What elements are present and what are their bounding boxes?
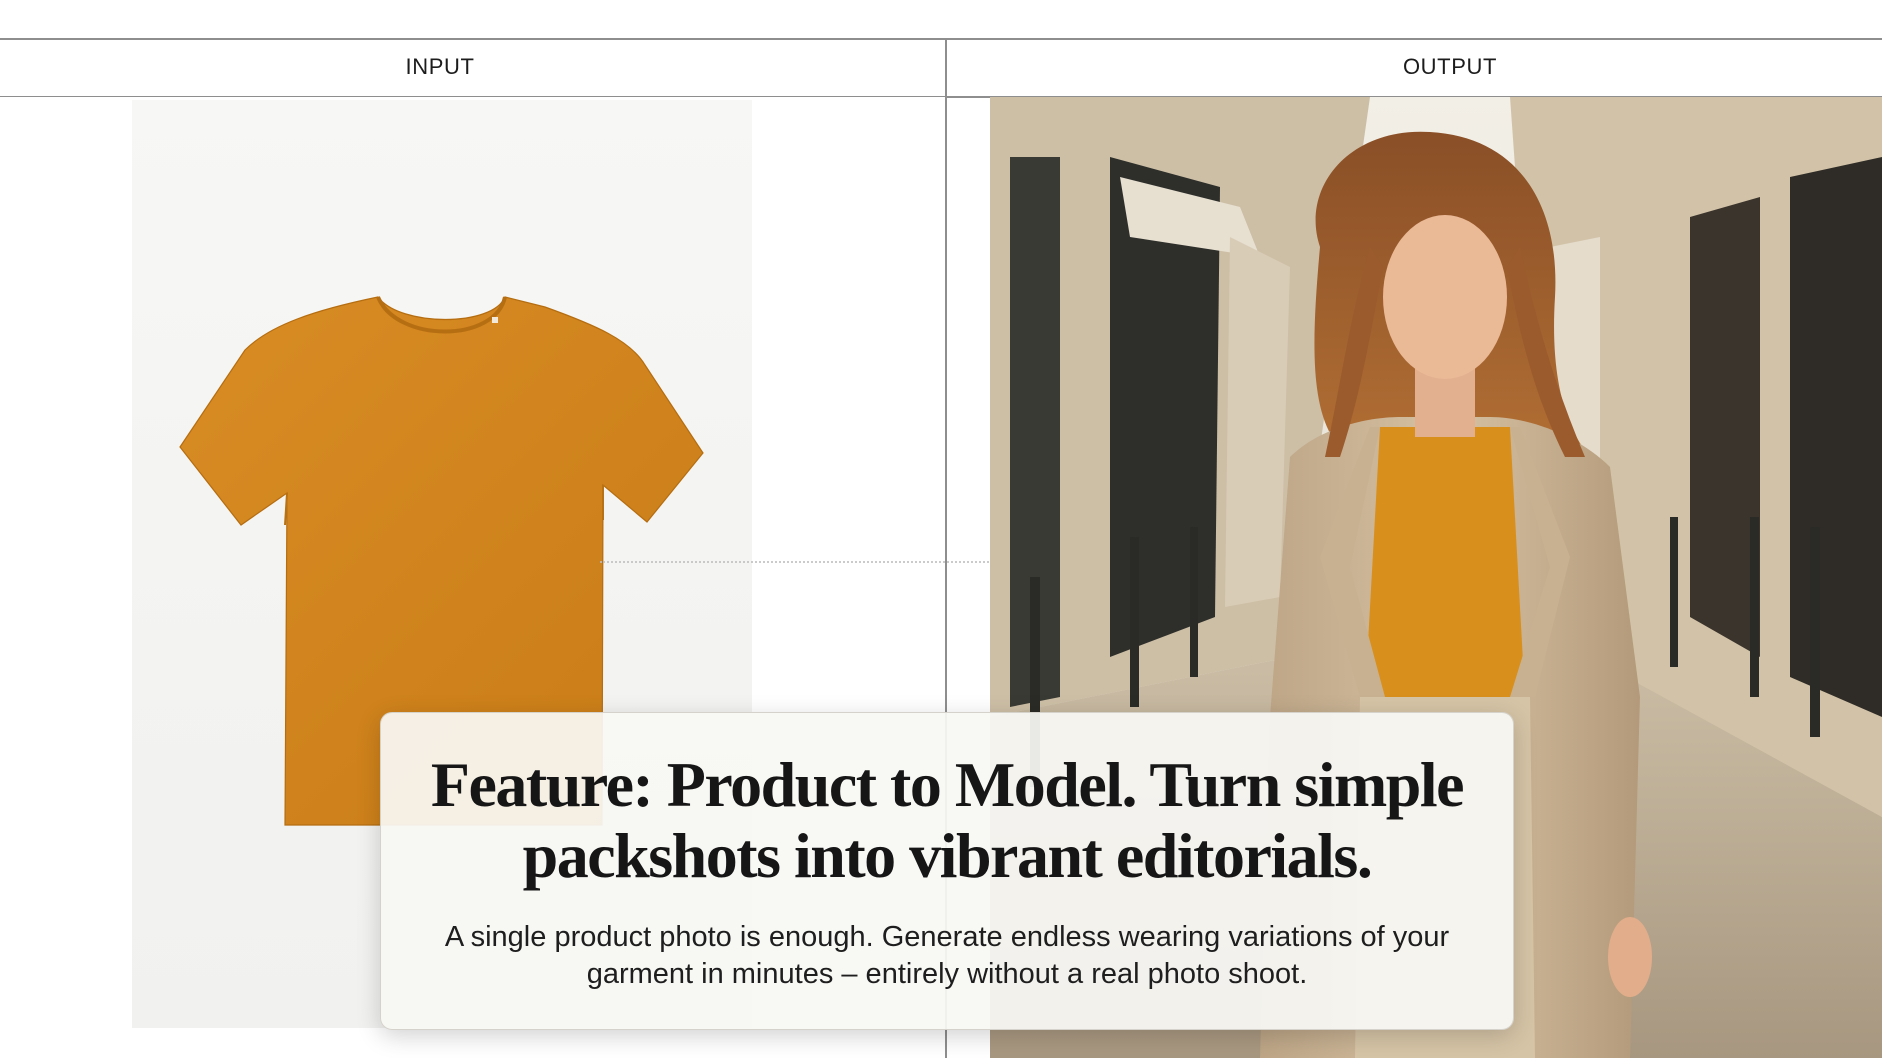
top-bar bbox=[0, 0, 1882, 38]
header-divider-top bbox=[0, 38, 1882, 40]
feature-description: A single product photo is enough. Genera… bbox=[444, 921, 1450, 990]
output-column-label: OUTPUT bbox=[1402, 54, 1498, 79]
feature-headline: Feature: Product to Model. Turn simple p… bbox=[430, 749, 1465, 891]
input-column-label: INPUT bbox=[405, 54, 475, 79]
feature-card: Feature: Product to Model. Turn simple p… bbox=[380, 712, 1514, 1030]
